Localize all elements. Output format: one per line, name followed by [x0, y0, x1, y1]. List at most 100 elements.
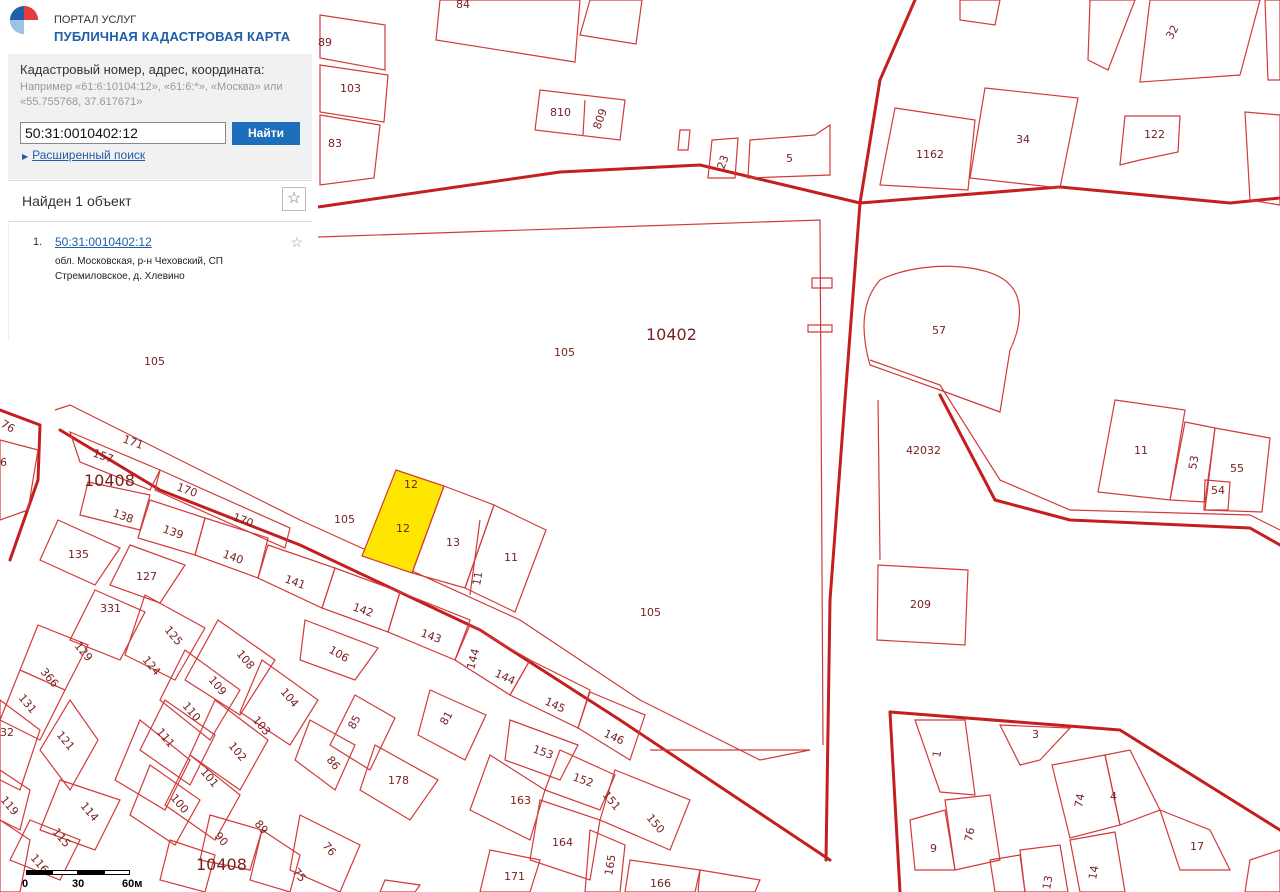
scale-label: 30	[72, 878, 85, 890]
svg-text:100: 100	[168, 792, 191, 816]
svg-text:54: 54	[1211, 484, 1225, 497]
result-star-icon[interactable]: ☆	[290, 234, 303, 251]
search-example: Например «61:6:10104:12», «61:6:*», «Мос…	[20, 81, 283, 108]
portal-subtitle: ПОРТАЛ УСЛУГ	[54, 14, 137, 26]
svg-text:121: 121	[54, 729, 77, 753]
svg-text:110: 110	[180, 700, 203, 724]
road-horizontal-top	[316, 163, 1280, 209]
advanced-search-link[interactable]: ▶ Расширенный поиск	[22, 148, 145, 162]
svg-text:53: 53	[1186, 454, 1201, 470]
svg-text:124: 124	[140, 654, 163, 678]
road-right-lower-vert	[888, 710, 902, 892]
scale-label: 60м	[122, 878, 143, 890]
svg-text:9: 9	[930, 842, 937, 855]
svg-text:171: 171	[504, 870, 525, 883]
svg-text:114: 114	[78, 800, 101, 824]
svg-text:89: 89	[318, 36, 332, 49]
svg-text:17: 17	[1190, 840, 1204, 853]
triangle-right-icon: ▶	[22, 152, 29, 161]
svg-text:83: 83	[328, 137, 342, 150]
road-right-mid	[938, 393, 1280, 547]
search-input[interactable]	[20, 122, 226, 144]
svg-text:32: 32	[0, 726, 14, 739]
scale-bar: 0 30 60м	[22, 866, 152, 892]
svg-text:810: 810	[550, 106, 571, 119]
svg-text:153: 153	[531, 743, 555, 762]
svg-text:81: 81	[437, 709, 455, 728]
road-vertical-center	[824, 0, 917, 862]
svg-text:119: 119	[0, 794, 21, 818]
svg-text:13: 13	[1040, 874, 1055, 890]
svg-text:165: 165	[602, 854, 618, 877]
svg-text:144: 144	[493, 667, 518, 688]
svg-text:152: 152	[571, 771, 595, 790]
search-button[interactable]: Найти	[232, 122, 300, 145]
svg-text:14: 14	[1086, 864, 1101, 880]
svg-text:139: 139	[161, 523, 185, 542]
portal-logo-icon	[10, 6, 38, 34]
svg-text:150: 150	[644, 812, 667, 836]
svg-text:131: 131	[16, 692, 39, 716]
svg-text:4: 4	[1110, 790, 1117, 803]
svg-text:55: 55	[1230, 462, 1244, 475]
svg-text:86: 86	[324, 754, 343, 773]
svg-text:164: 164	[552, 836, 573, 849]
svg-text:6: 6	[0, 456, 7, 469]
svg-text:1162: 1162	[916, 148, 944, 161]
svg-text:11: 11	[504, 551, 518, 564]
svg-text:76: 76	[0, 417, 17, 435]
svg-text:809: 809	[591, 107, 610, 131]
svg-text:57: 57	[932, 324, 946, 337]
svg-text:144: 144	[464, 647, 482, 671]
search-hint: Кадастровый номер, адрес, координата:	[20, 62, 265, 77]
scale-label: 0	[22, 878, 29, 890]
svg-text:3: 3	[1032, 728, 1039, 741]
svg-text:122: 122	[1144, 128, 1165, 141]
scale-segment	[104, 870, 130, 875]
advanced-search-label: Расширенный поиск	[32, 148, 146, 162]
result-address: обл. Московская, р-н Чеховский, СП Стрем…	[55, 256, 223, 282]
svg-text:105: 105	[334, 513, 355, 526]
svg-text:76: 76	[320, 840, 339, 859]
svg-text:142: 142	[351, 601, 375, 620]
svg-text:5: 5	[786, 152, 793, 165]
favorite-star-icon[interactable]: ☆	[282, 187, 306, 211]
svg-text:84: 84	[456, 0, 470, 11]
portal-title: ПУБЛИЧНАЯ КАДАСТРОВАЯ КАРТА	[54, 29, 291, 44]
svg-text:105: 105	[640, 606, 661, 619]
svg-text:141: 141	[283, 573, 307, 592]
svg-text:1: 1	[930, 749, 944, 758]
search-panel: ПОРТАЛ УСЛУГ ПУБЛИЧНАЯ КАДАСТРОВАЯ КАРТА…	[0, 0, 318, 340]
svg-text:102: 102	[226, 740, 249, 764]
svg-text:74: 74	[1072, 792, 1087, 808]
svg-text:103: 103	[250, 714, 273, 738]
svg-text:34: 34	[1016, 133, 1030, 146]
search-box: Кадастровый номер, адрес, координата: На…	[8, 54, 312, 179]
svg-text:135: 135	[68, 548, 89, 561]
result-cadastral-link[interactable]: 50:31:0010402:12	[55, 235, 152, 249]
svg-text:11: 11	[470, 570, 485, 586]
svg-text:42032: 42032	[906, 444, 941, 457]
result-item[interactable]: 1. 50:31:0010402:12 обл. Московская, р-н…	[8, 222, 313, 340]
svg-text:12: 12	[404, 478, 418, 491]
svg-text:171: 171	[121, 433, 145, 452]
svg-text:143: 143	[419, 627, 443, 646]
svg-text:331: 331	[100, 602, 121, 615]
svg-text:85: 85	[345, 713, 363, 732]
svg-text:127: 127	[136, 570, 157, 583]
svg-text:178: 178	[388, 774, 409, 787]
svg-text:109: 109	[206, 674, 229, 698]
result-number: 1.	[33, 236, 43, 248]
svg-text:90: 90	[212, 830, 231, 849]
svg-text:23: 23	[715, 153, 732, 171]
road-right-lower	[888, 710, 1280, 832]
svg-text:108: 108	[234, 648, 257, 672]
results-header: Найден 1 объект ☆	[8, 180, 312, 222]
svg-text:105: 105	[144, 355, 165, 368]
results-count: Найден 1 объект	[22, 193, 132, 209]
svg-text:105: 105	[554, 346, 575, 359]
svg-text:166: 166	[650, 877, 671, 890]
svg-text:209: 209	[910, 598, 931, 611]
svg-text:11: 11	[1134, 444, 1148, 457]
portal-brand[interactable]: ПОРТАЛ УСЛУГ ПУБЛИЧНАЯ КАДАСТРОВАЯ КАРТА	[8, 4, 308, 48]
